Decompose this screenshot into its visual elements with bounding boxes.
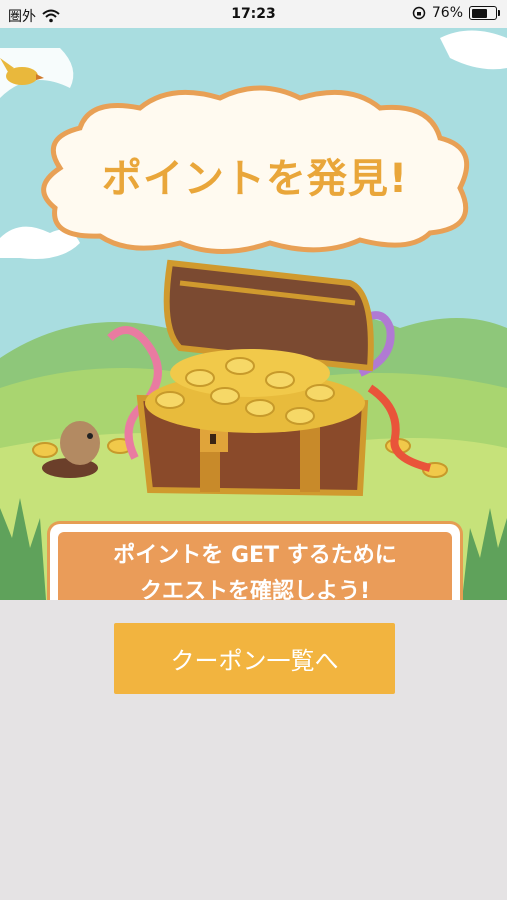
orientation-lock-icon (412, 6, 426, 20)
status-right: 76% (412, 5, 500, 21)
quest-message-line-1: ポイントを GET するために (113, 543, 397, 568)
status-bar: 圏外 17:23 76% (0, 0, 507, 28)
quest-message-line-2: クエストを確認しよう! (139, 579, 371, 600)
banner-illustration (0, 28, 507, 600)
treasure-banner: ポイントを発見! ポイントを GET するために クエストを確認しよう! (0, 28, 507, 600)
banner-title: ポイントを発見! (101, 156, 409, 202)
coupon-list-button[interactable]: クーポン一覧へ (114, 623, 395, 694)
quest-message-box: ポイントを GET するために クエストを確認しよう! (50, 524, 460, 600)
quest-message: ポイントを GET するために クエストを確認しよう! (58, 532, 452, 600)
battery-icon (469, 6, 500, 20)
battery-percent: 76% (431, 5, 463, 21)
